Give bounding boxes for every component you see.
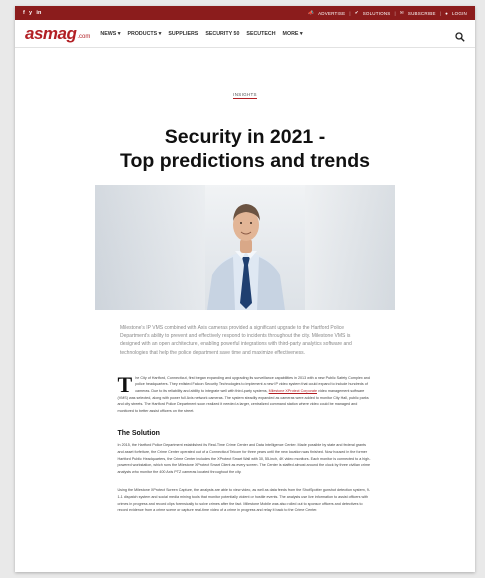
twitter-icon[interactable]: y (29, 10, 32, 16)
nav-menu: NEWS ▾ PRODUCTS ▾ SUPPLIERS SECURITY 50 … (100, 31, 302, 37)
paragraph: Using the Milestone XProtect Screen Capt… (117, 488, 371, 513)
linkedin-icon[interactable]: in (36, 10, 41, 16)
milestone-link[interactable]: Milestone XProtect Corporate (269, 389, 317, 393)
nav-item-more[interactable]: MORE ▾ (283, 31, 303, 37)
search-icon[interactable] (455, 29, 465, 42)
nav-item-products[interactable]: PRODUCTS ▾ (127, 31, 161, 37)
title-line-2: Top predictions and trends (120, 150, 370, 172)
article-category[interactable]: INSIGHTS (15, 92, 475, 99)
browser-page: f y in 📣 ADVERTISE | ✔ SOLUTIONS | ✉ SUB… (15, 6, 475, 572)
user-icon: ● (445, 10, 448, 16)
solutions-link[interactable]: SOLUTIONS (363, 11, 391, 16)
logo-text: asmag (25, 24, 77, 43)
divider: | (439, 10, 442, 16)
section-heading: The Solution (117, 430, 160, 438)
mail-icon: ✉ (399, 10, 404, 15)
nav-item-news[interactable]: NEWS ▾ (100, 31, 120, 37)
drop-cap: T (117, 371, 133, 397)
article-title: Security in 2021 - Top predictions and t… (15, 125, 475, 173)
check-icon: ✔ (354, 10, 359, 15)
divider: | (349, 10, 351, 16)
article-lead: Milestone's IP VMS combined with Axis ca… (120, 325, 352, 356)
main-navbar: asmag .com NEWS ▾ PRODUCTS ▾ SUPPLIERS S… (15, 20, 475, 48)
logo-suffix: .com (77, 34, 91, 40)
advertise-link[interactable]: ADVERTISE (318, 11, 345, 16)
nav-item-secutech[interactable]: SECUTECH (246, 31, 275, 37)
paragraph: In 2015, the Hartford Police Department … (117, 443, 371, 474)
top-utility-bar: f y in 📣 ADVERTISE | ✔ SOLUTIONS | ✉ SUB… (15, 6, 475, 20)
title-line-1: Security in 2021 - (164, 126, 326, 148)
businessman-illustration (207, 204, 285, 310)
login-link[interactable]: LOGIN (452, 11, 467, 16)
nav-item-suppliers[interactable]: SUPPLIERS (168, 31, 198, 37)
nav-item-security-50[interactable]: SECURITY 50 (205, 31, 239, 37)
article-body: The City of Hartford, Connecticut, first… (117, 371, 373, 514)
subscribe-link[interactable]: SUBSCRIBE (408, 11, 436, 16)
first-paragraph: The City of Hartford, Connecticut, first… (117, 371, 370, 413)
hero-image (95, 185, 395, 310)
site-logo[interactable]: asmag .com (25, 25, 90, 42)
utility-links: 📣 ADVERTISE | ✔ SOLUTIONS | ✉ SUBSCRIBE … (308, 10, 467, 16)
social-links: f y in (23, 10, 42, 16)
divider: | (394, 10, 396, 16)
facebook-icon[interactable]: f (23, 10, 25, 16)
megaphone-icon: 📣 (308, 10, 315, 15)
